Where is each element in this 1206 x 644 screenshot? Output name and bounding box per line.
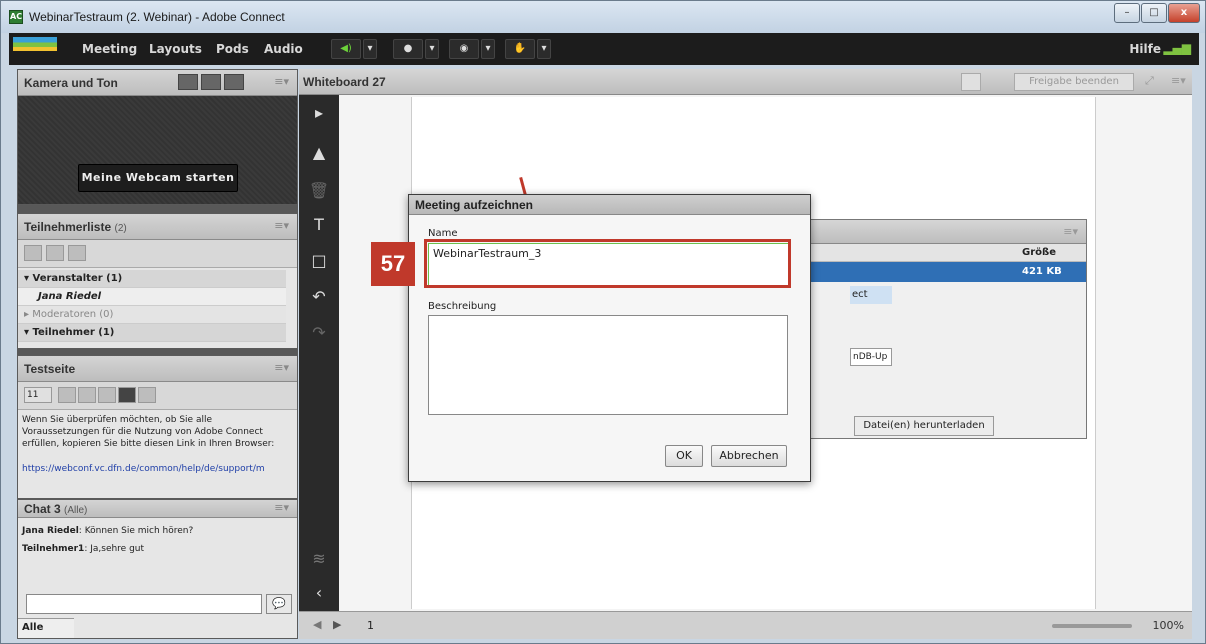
record-meeting-dialog: Meeting aufzeichnen Name WebinarTestraum…: [408, 194, 811, 482]
dialog-title: Meeting aufzeichnen: [415, 198, 534, 212]
step-number-badge: 57: [371, 242, 415, 286]
name-label: Name: [428, 228, 458, 239]
recording-name-input[interactable]: WebinarTestraum_3: [428, 243, 790, 287]
recording-description-input[interactable]: [428, 315, 788, 415]
cancel-button[interactable]: Abbrechen: [711, 445, 787, 467]
description-label: Beschreibung: [428, 301, 497, 312]
ok-button[interactable]: OK: [665, 445, 703, 467]
modal-overlay: Meeting aufzeichnen Name WebinarTestraum…: [0, 0, 1206, 644]
dialog-header: Meeting aufzeichnen: [409, 195, 810, 215]
